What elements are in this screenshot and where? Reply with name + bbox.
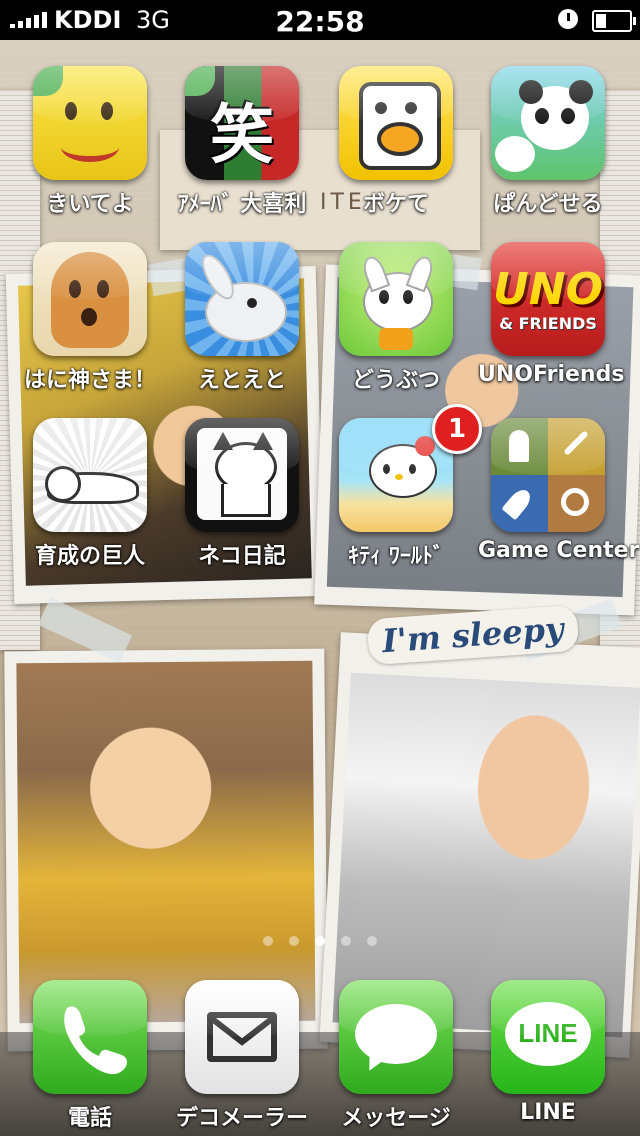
app-haniwa[interactable]: はに神さま！ — [20, 242, 160, 394]
phone-icon — [33, 980, 147, 1094]
line-icon: LINE — [491, 980, 605, 1094]
app-kiiteyo[interactable]: きいてよ — [20, 66, 160, 218]
page-dot-active — [315, 936, 325, 946]
alarm-clock-icon — [558, 9, 578, 29]
game-center-icon — [491, 418, 605, 532]
app-uno[interactable]: UNO & FRIENDS UNOFriends — [478, 242, 625, 387]
app-ameba-ogiri[interactable]: 笑 ｱﾒｰﾊﾞ 大喜利 — [172, 66, 312, 218]
status-clock: 22:58 — [275, 5, 365, 38]
app-label: LINE — [520, 1100, 576, 1125]
app-label: ｱﾒｰﾊﾞ 大喜利 — [177, 192, 307, 217]
panda-icon — [491, 66, 605, 180]
app-neko-nikki[interactable]: ネコ日記 — [172, 418, 312, 570]
app-bokete[interactable]: ボケて — [326, 66, 466, 218]
dock-line[interactable]: LINE LINE — [478, 980, 618, 1125]
app-panda[interactable]: ぱんどせる — [478, 66, 618, 218]
page-dot — [367, 936, 377, 946]
app-giant[interactable]: 育成の巨人 — [20, 418, 160, 570]
app-label: ぱんどせる — [493, 192, 603, 217]
notification-badge: 1 — [432, 404, 482, 454]
app-label: Game Center — [478, 538, 640, 563]
dock-messages[interactable]: メッセージ — [326, 980, 466, 1132]
bokete-face-icon — [339, 66, 453, 180]
app-label: はに神さま！ — [23, 368, 156, 393]
rabbit-icon — [185, 242, 299, 356]
page-dot — [263, 936, 273, 946]
app-label: ｷﾃｨ ﾜｰﾙﾄﾞ — [348, 544, 444, 569]
dock: 電話 デコメーラー メッセージ LINE LINE — [0, 968, 640, 1136]
app-label: メッセージ — [341, 1106, 451, 1131]
app-label: どうぶつ — [351, 368, 440, 393]
yellow-face-icon — [33, 66, 147, 180]
neko-icon — [185, 418, 299, 532]
app-label: 電話 — [67, 1106, 112, 1131]
status-bar: KDDI 3G 22:58 — [0, 0, 640, 40]
app-etoeto[interactable]: えとえと — [172, 242, 312, 394]
app-label: UNOFriends — [478, 362, 625, 387]
page-indicator[interactable] — [0, 936, 640, 946]
app-label: デコメーラー — [175, 1106, 308, 1131]
giant-icon — [33, 418, 147, 532]
speech-bubble-icon — [339, 980, 453, 1094]
app-label: きいてよ — [46, 192, 134, 217]
app-label: 育成の巨人 — [34, 544, 145, 569]
white-cat-icon — [339, 242, 453, 356]
uno-icon: UNO & FRIENDS — [491, 242, 605, 356]
app-doubutsu[interactable]: どうぶつ — [326, 242, 466, 394]
page-dot — [289, 936, 299, 946]
app-label: ボケて — [362, 192, 429, 217]
haniwa-icon — [33, 242, 147, 356]
battery-icon — [592, 10, 636, 32]
home-screen: KDDI 3G 22:58 ITE I'm sleepy きいてよ 笑 ｱﾒｰﾊ… — [0, 0, 640, 1136]
dock-phone[interactable]: 電話 — [20, 980, 160, 1132]
mail-icon — [185, 980, 299, 1094]
app-kitty-world[interactable]: 1 ｷﾃｨ ﾜｰﾙﾄﾞ — [326, 404, 482, 570]
page-dot — [341, 936, 351, 946]
app-label: ネコ日記 — [198, 544, 286, 569]
dock-deco-mailer[interactable]: デコメーラー — [172, 980, 312, 1132]
app-label: えとえと — [197, 368, 286, 393]
app-game-center[interactable]: Game Center — [478, 418, 640, 563]
laugh-kanji-icon: 笑 — [185, 66, 299, 180]
